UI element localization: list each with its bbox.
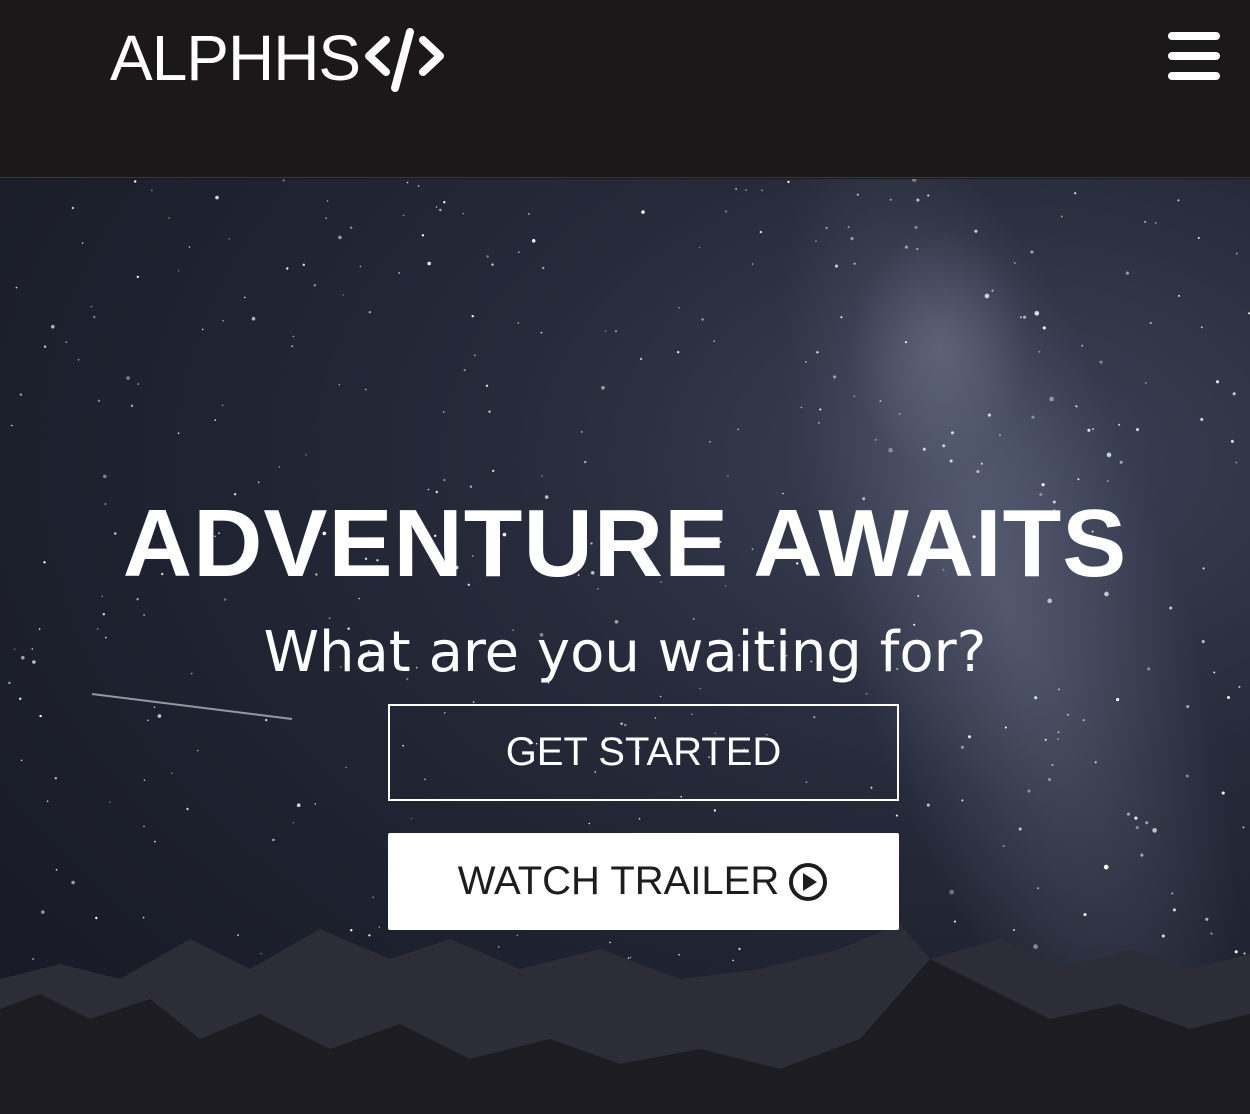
get-started-button[interactable]: GET STARTED	[388, 704, 899, 801]
play-circle-icon	[789, 862, 828, 901]
watch-trailer-label: WATCH TRAILER	[457, 859, 780, 903]
hero-title: ADVENTURE AWAITS	[122, 490, 1128, 597]
menu-bar-bottom	[1168, 72, 1220, 80]
menu-bar-top	[1168, 32, 1220, 40]
hero-section: ADVENTURE AWAITS What are you waiting fo…	[0, 179, 1250, 1114]
logo-text: ALPHHS	[110, 22, 361, 94]
hero-subtitle: What are you waiting for?	[263, 620, 987, 685]
menu-bar-middle	[1168, 52, 1220, 60]
hero-content: ADVENTURE AWAITS What are you waiting fo…	[0, 179, 1250, 1114]
get-started-label: GET STARTED	[505, 730, 782, 774]
navbar: ALPHHS	[0, 0, 1250, 178]
logo[interactable]: ALPHHS	[110, 22, 448, 94]
watch-trailer-button[interactable]: WATCH TRAILER	[388, 833, 899, 930]
code-brackets-icon	[365, 28, 445, 92]
hamburger-menu-icon[interactable]	[1166, 30, 1222, 82]
